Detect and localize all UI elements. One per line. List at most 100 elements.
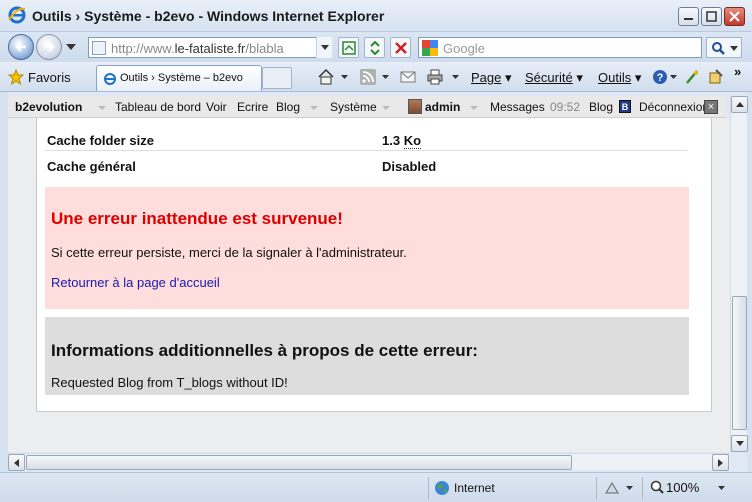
minimize-icon <box>684 18 693 20</box>
evo-dashboard-link[interactable]: Tableau de bord <box>115 100 201 114</box>
status-divider <box>428 477 429 499</box>
rss-feed-icon[interactable] <box>360 69 376 85</box>
zone-label: Internet <box>454 481 495 495</box>
maximize-icon <box>706 11 717 22</box>
row-value: Disabled <box>382 159 437 174</box>
evo-view-link[interactable]: Voir <box>206 100 227 114</box>
evo-user-menu[interactable]: admin <box>425 100 460 114</box>
evo-blog-link[interactable]: Blog <box>589 100 613 114</box>
stop-icon <box>394 41 407 54</box>
search-field[interactable]: Google <box>418 37 702 58</box>
safety-menu[interactable]: Sécurité ▾ <box>525 70 583 86</box>
evo-brand-menu[interactable]: b2evolution <box>15 100 82 114</box>
chevron-down-icon[interactable] <box>452 75 459 79</box>
error-details-box: Informations additionnelles à propos de … <box>45 317 689 395</box>
page-menu[interactable]: Page ▾ <box>471 70 512 86</box>
address-dropdown-button[interactable] <box>316 37 332 58</box>
forward-button[interactable] <box>36 34 62 60</box>
chevron-down-icon <box>382 106 390 110</box>
addon-icon[interactable] <box>708 69 724 85</box>
home-link[interactable]: Retourner à la page d'accueil <box>51 275 220 290</box>
compatibility-view-button[interactable] <box>338 37 359 58</box>
chevron-down-icon[interactable] <box>718 486 725 490</box>
browser-tab[interactable]: Outils › Système – b2evo <box>96 65 262 91</box>
home-icon[interactable] <box>318 69 334 85</box>
star-icon <box>8 69 24 85</box>
mail-icon[interactable] <box>400 69 416 85</box>
scroll-up-button[interactable] <box>731 96 748 113</box>
title-bar: Outils › Système - b2evo - Windows Inter… <box>0 0 752 32</box>
chevron-right-icon <box>718 458 723 467</box>
security-zone[interactable]: Internet <box>434 480 495 496</box>
scroll-down-button[interactable] <box>731 435 748 452</box>
info-row-cache-general: Cache général Disabled <box>45 151 687 177</box>
blog-icon[interactable]: B <box>619 100 631 113</box>
globe-icon <box>435 481 449 495</box>
avatar <box>408 99 422 114</box>
favorites-button[interactable]: Favoris <box>8 69 71 85</box>
back-button[interactable] <box>8 34 34 60</box>
tools-menu[interactable]: Outils ▾ <box>598 70 641 86</box>
vertical-scroll-thumb[interactable] <box>732 296 747 430</box>
window-title: Outils › Système - b2evo - Windows Inter… <box>32 8 385 24</box>
chevron-left-icon <box>14 458 19 467</box>
status-bar: Internet 100% <box>0 472 752 502</box>
chevron-down-icon <box>310 106 318 110</box>
more-commands-icon[interactable]: » <box>734 64 741 79</box>
search-button[interactable] <box>706 37 742 58</box>
content-panel: Cache folder size 1.3 Ko Cache général D… <box>36 118 712 412</box>
scroll-left-button[interactable] <box>8 454 25 471</box>
chevron-up-icon <box>735 102 744 107</box>
refresh-button[interactable] <box>364 37 385 58</box>
zoom-icon <box>650 480 664 494</box>
evo-clock: 09:52 <box>550 100 581 114</box>
evo-system-menu[interactable]: Système <box>330 100 377 114</box>
evo-messages-link[interactable]: Messages <box>490 100 545 114</box>
scroll-right-button[interactable] <box>712 454 729 471</box>
vertical-scrollbar[interactable] <box>730 96 748 452</box>
google-icon <box>422 40 438 56</box>
chevron-down-icon[interactable] <box>626 486 633 490</box>
status-divider <box>596 477 597 499</box>
evo-blog-menu[interactable]: Blog <box>276 100 300 114</box>
favorites-label: Favoris <box>28 69 71 85</box>
zoom-level[interactable]: 100% <box>666 480 699 495</box>
details-text: Requested Blog from T_blogs without ID! <box>51 375 288 390</box>
error-box: Une erreur inattendue est survenue! Si c… <box>45 187 689 309</box>
refresh-icon <box>369 40 380 55</box>
chevron-down-icon[interactable] <box>341 75 348 79</box>
chevron-down-icon <box>470 106 478 110</box>
search-icon <box>712 42 725 55</box>
minimize-button[interactable] <box>678 7 699 26</box>
horizontal-scrollbar[interactable] <box>8 453 730 471</box>
address-field[interactable]: http://www.le-fataliste.fr/blablа <box>88 37 332 58</box>
chevron-down-icon <box>321 45 329 50</box>
history-dropdown-icon[interactable] <box>66 44 76 50</box>
row-value: 1.3 Ko <box>382 133 422 149</box>
close-window-button[interactable] <box>724 7 745 26</box>
arrow-right-icon <box>44 42 55 52</box>
evo-write-link[interactable]: Ecrire <box>237 100 268 114</box>
close-icon[interactable]: × <box>704 100 718 114</box>
ie-page-icon <box>104 73 116 85</box>
protected-mode-icon[interactable] <box>604 481 620 495</box>
stop-button[interactable] <box>390 37 411 58</box>
chevron-down-icon <box>98 106 106 110</box>
chevron-down-icon[interactable] <box>382 75 389 79</box>
chevron-down-icon[interactable] <box>670 75 677 79</box>
new-tab-button[interactable] <box>262 67 292 89</box>
evo-logout-link[interactable]: Déconnexion <box>639 100 709 114</box>
evo-admin-toolbar: b2evolution Tableau de bord Voir Ecrire … <box>8 96 726 118</box>
details-title: Informations additionnelles à propos de … <box>51 341 478 360</box>
status-divider <box>642 477 643 499</box>
research-icon[interactable] <box>684 69 700 85</box>
arrow-left-icon <box>15 42 26 52</box>
print-icon[interactable] <box>427 69 443 85</box>
url-prefix: http://www. <box>111 41 175 56</box>
maximize-button[interactable] <box>701 7 722 26</box>
close-icon <box>729 11 740 22</box>
help-icon[interactable]: ? <box>652 69 668 85</box>
chevron-down-icon <box>735 441 744 446</box>
compatibility-icon <box>341 40 356 55</box>
horizontal-scroll-thumb[interactable] <box>26 455 572 470</box>
